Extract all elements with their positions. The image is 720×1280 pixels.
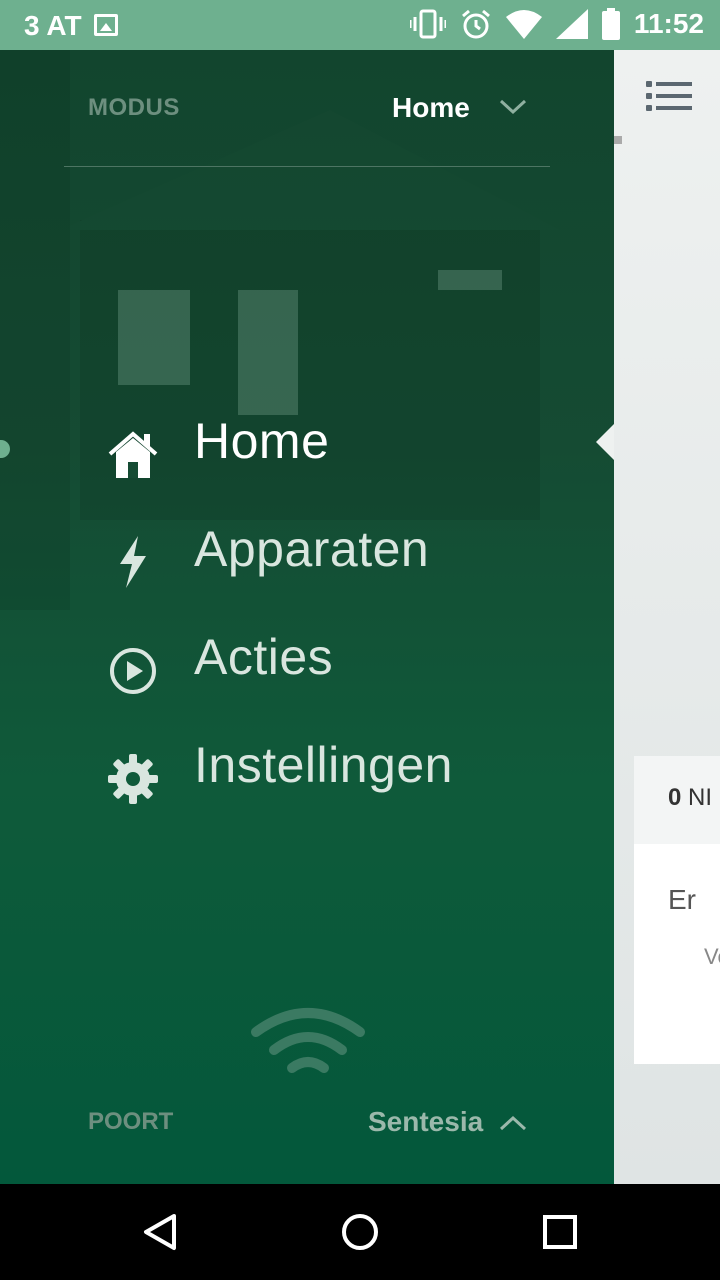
- image-icon: [94, 14, 118, 36]
- port-label: POORT: [88, 1108, 174, 1135]
- home-icon: [108, 431, 158, 478]
- nav-label-home: Home: [194, 413, 330, 469]
- alarm-icon: [461, 9, 490, 39]
- chevron-up-icon[interactable]: [498, 1112, 528, 1134]
- card-header: 0 NI: [634, 756, 720, 844]
- nav-item-home[interactable]: Home: [0, 402, 614, 502]
- back-icon[interactable]: [140, 1212, 180, 1252]
- content-edge-marker: [614, 136, 622, 144]
- status-icons: 11:52: [409, 8, 704, 40]
- card-count-suffix: NI: [688, 784, 713, 811]
- battery-icon: [601, 8, 620, 40]
- signal-icon: [555, 9, 588, 39]
- divider: [64, 166, 550, 167]
- vibrate-icon: [409, 9, 446, 39]
- nav-label-acties: Acties: [194, 629, 334, 685]
- mode-selector[interactable]: Home: [392, 92, 470, 124]
- list-menu-icon[interactable]: [646, 80, 692, 112]
- card-count: 0: [668, 784, 682, 811]
- home-button-icon[interactable]: [340, 1212, 380, 1252]
- wifi-icon: [505, 10, 542, 39]
- system-nav-bar: [0, 1184, 720, 1280]
- nav-label-apparaten: Apparaten: [194, 521, 430, 577]
- play-circle-icon: [110, 648, 156, 694]
- chevron-down-icon[interactable]: [498, 96, 528, 118]
- card-text: Er: [668, 884, 696, 915]
- status-bar: 3 AT 11:52: [0, 0, 720, 50]
- wifi-icon: [251, 1008, 365, 1073]
- nav-item-acties[interactable]: Acties: [0, 618, 614, 718]
- notification-card: 0 NI Er Ve: [634, 756, 720, 1064]
- nav-item-apparaten[interactable]: Apparaten: [0, 510, 614, 610]
- main-content: 0 NI Er Ve: [614, 50, 720, 1184]
- nav-label-instellingen: Instellingen: [194, 737, 453, 793]
- clock: 11:52: [633, 8, 704, 39]
- active-item-pointer: [596, 424, 614, 460]
- carrier-label: 3 AT: [24, 10, 82, 41]
- recents-icon[interactable]: [540, 1212, 580, 1252]
- card-subtext: Ve: [704, 944, 720, 969]
- lightning-icon: [120, 536, 146, 588]
- mode-label: MODUS: [88, 94, 180, 121]
- navigation-drawer: MODUS Home Home Apparaten Acties Instell…: [0, 50, 614, 1184]
- port-selector[interactable]: Sentesia: [368, 1106, 483, 1138]
- nav-item-instellingen[interactable]: Instellingen: [0, 726, 614, 826]
- gear-icon: [108, 754, 158, 804]
